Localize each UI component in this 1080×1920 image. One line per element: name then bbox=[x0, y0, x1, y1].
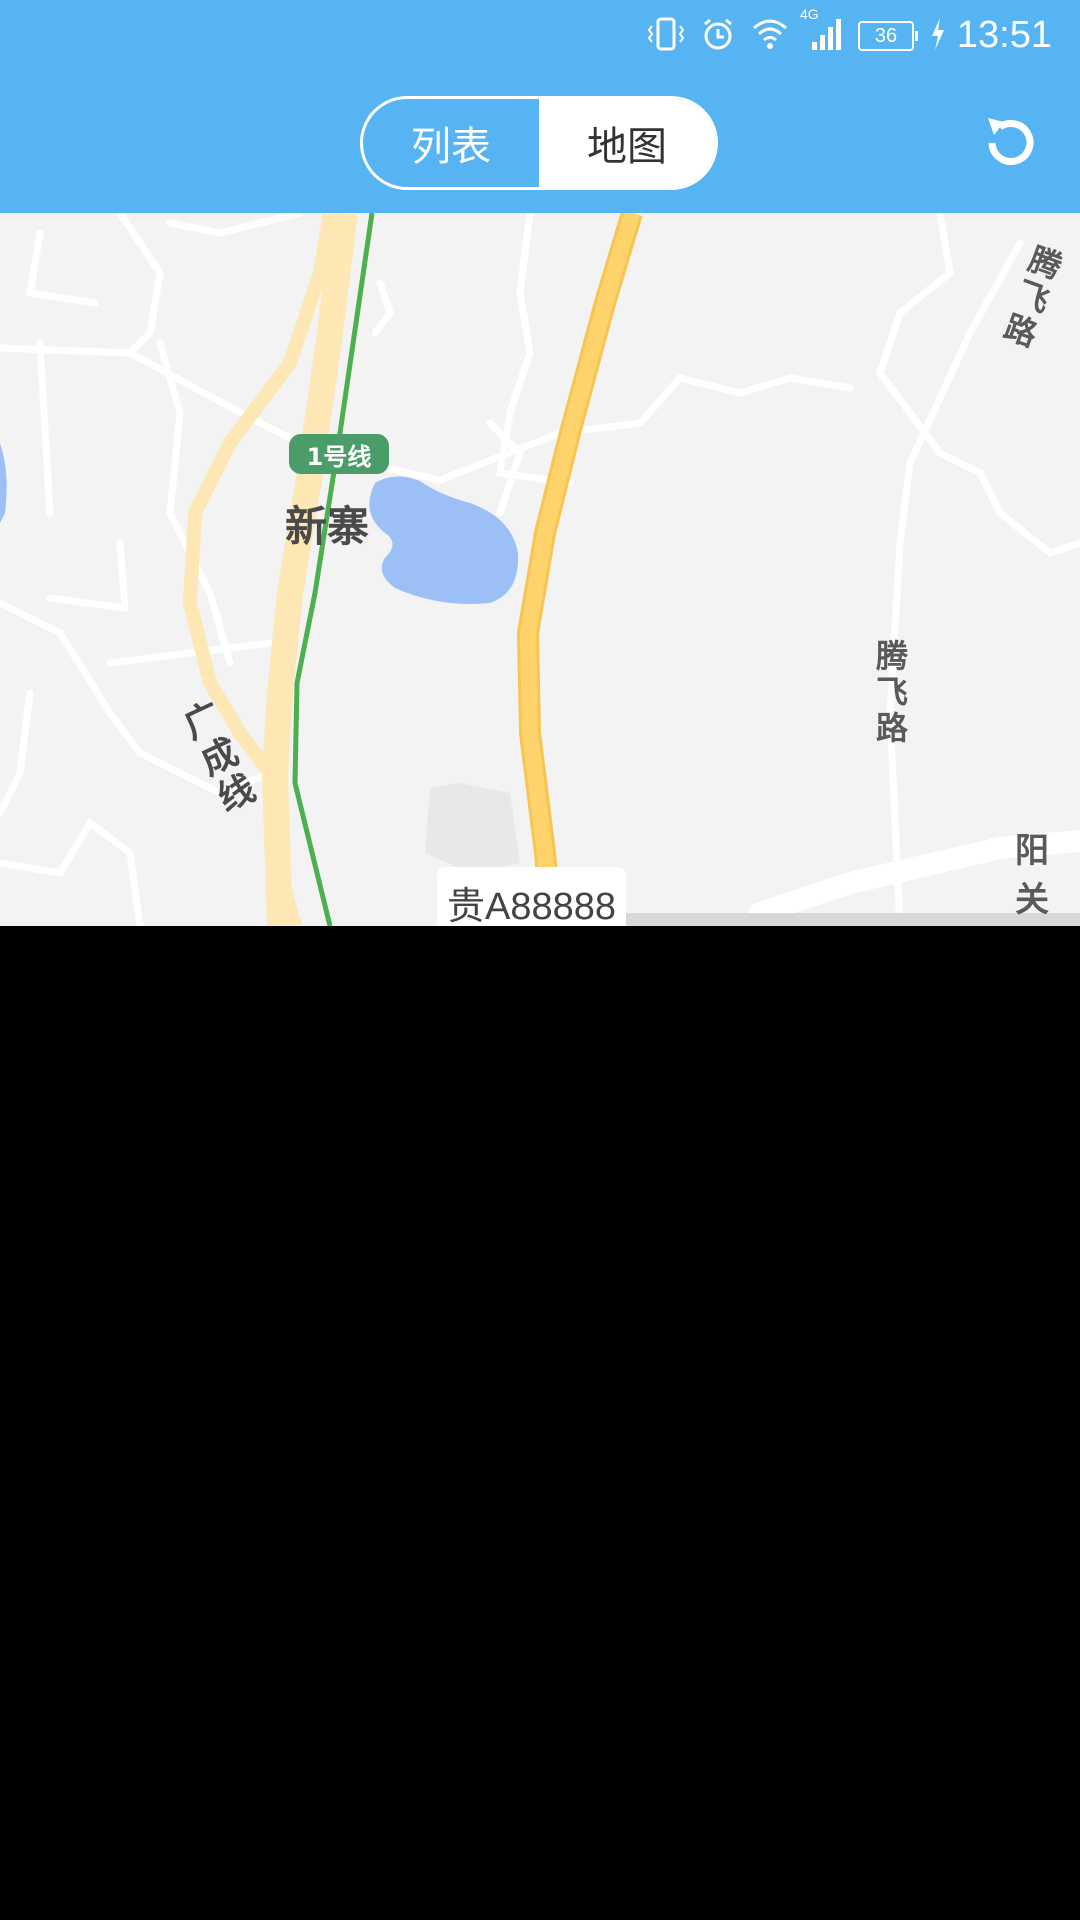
battery-icon: 36 bbox=[858, 21, 918, 51]
vibrate-icon bbox=[646, 14, 686, 58]
vehicle-marker[interactable]: 贵A88888 bbox=[437, 867, 627, 926]
tab-map[interactable]: 地图 bbox=[539, 99, 715, 187]
charging-icon bbox=[928, 16, 948, 56]
view-toggle: 列表 地图 bbox=[360, 96, 718, 190]
map-roads bbox=[0, 213, 1080, 926]
road-label-tengfei-mid: 腾飞路 bbox=[875, 637, 908, 747]
place-name-label: 新寨 bbox=[285, 502, 370, 551]
road-label-yangguan: 阳关 bbox=[1015, 831, 1049, 920]
refresh-icon bbox=[978, 110, 1044, 180]
map-view[interactable]: 1号线 新寨 腾飞路 腾飞路 广成线 阳关 贵A88888 bbox=[0, 213, 1080, 926]
refresh-button[interactable] bbox=[976, 110, 1046, 180]
tab-list[interactable]: 列表 bbox=[363, 99, 539, 187]
status-icons: 4G 36 bbox=[646, 6, 948, 58]
app-header: 4G 36 13:51 列表 地图 bbox=[0, 0, 1080, 213]
alarm-icon bbox=[700, 16, 736, 56]
signal-icon: 4G bbox=[800, 6, 844, 56]
wifi-icon bbox=[750, 16, 790, 56]
network-type-label: 4G bbox=[800, 6, 819, 22]
status-bar: 4G 36 13:51 bbox=[0, 0, 1080, 72]
metro-line-badge: 1号线 bbox=[289, 434, 389, 474]
status-time: 13:51 bbox=[956, 14, 1052, 56]
